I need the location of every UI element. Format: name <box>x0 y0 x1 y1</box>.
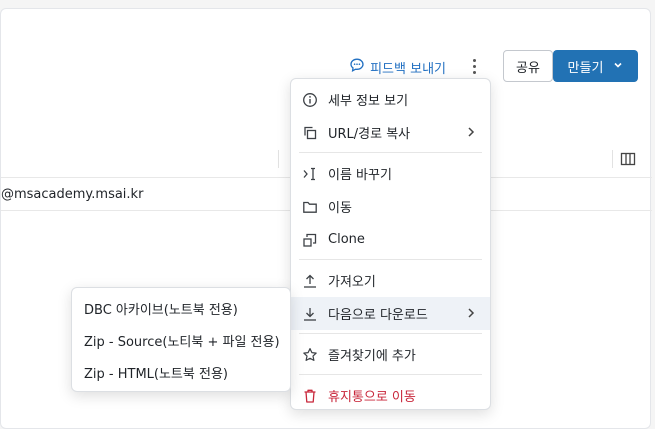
column-divider[interactable] <box>278 150 279 168</box>
menu-item-label: URL/경로 복사 <box>328 127 411 142</box>
menu-item-download-as[interactable]: 다음으로 다운로드 <box>291 297 490 330</box>
more-options-icon[interactable] <box>464 54 484 78</box>
chevron-right-icon <box>465 307 477 323</box>
context-menu: 세부 정보 보기 URL/경로 복사 이름 바꾸기 이동 Clone 가져오기 <box>290 78 491 410</box>
menu-item-rename[interactable]: 이름 바꾸기 <box>291 157 490 190</box>
chevron-down-icon <box>613 59 623 74</box>
menu-item-label: 세부 정보 보기 <box>328 94 409 109</box>
menu-divider <box>299 333 482 334</box>
menu-item-label: 즐겨찾기에 추가 <box>328 349 416 364</box>
table-cell-email: @msacademy.msai.kr <box>1 187 144 202</box>
submenu-item-zip-source[interactable]: Zip - Source(노티북 + 파일 전용) <box>72 324 290 356</box>
rename-icon <box>302 166 318 182</box>
download-submenu: DBC 아카이브(노트북 전용) Zip - Source(노티북 + 파일 전… <box>71 287 291 392</box>
menu-item-import[interactable]: 가져오기 <box>291 264 490 297</box>
trash-icon <box>302 388 318 404</box>
menu-item-move[interactable]: 이동 <box>291 190 490 223</box>
menu-divider <box>299 152 482 153</box>
menu-divider <box>299 259 482 260</box>
clone-icon <box>302 232 318 248</box>
folder-icon <box>302 199 318 215</box>
feedback-label: 피드백 보내기 <box>370 61 446 77</box>
create-button[interactable]: 만들기 <box>553 50 638 82</box>
info-icon <box>302 92 318 108</box>
menu-divider <box>299 374 482 375</box>
menu-item-copy-url-path[interactable]: URL/경로 복사 <box>291 116 490 149</box>
menu-item-label: 가져오기 <box>328 275 376 290</box>
submenu-item-zip-html[interactable]: Zip - HTML(노트북 전용) <box>72 356 290 388</box>
columns-icon[interactable] <box>620 151 636 171</box>
upload-icon <box>302 273 318 289</box>
submenu-item-dbc-archive[interactable]: DBC 아카이브(노트북 전용) <box>72 292 290 324</box>
copy-icon <box>302 125 318 141</box>
menu-item-label: 이동 <box>328 201 352 216</box>
menu-item-clone[interactable]: Clone <box>291 223 490 256</box>
create-label: 만들기 <box>567 60 604 76</box>
menu-item-label: 다음으로 다운로드 <box>328 308 428 323</box>
menu-item-move-to-trash[interactable]: 휴지통으로 이동 <box>291 379 490 412</box>
feedback-link[interactable]: 피드백 보내기 <box>349 57 446 77</box>
share-button[interactable]: 공유 <box>503 50 553 82</box>
menu-item-add-favorite[interactable]: 즐겨찾기에 추가 <box>291 338 490 371</box>
menu-item-label: Clone <box>328 232 365 247</box>
menu-item-label: 휴지통으로 이동 <box>328 390 416 405</box>
star-icon <box>302 347 318 363</box>
menu-item-view-details[interactable]: 세부 정보 보기 <box>291 83 490 116</box>
chevron-right-icon <box>465 126 477 142</box>
chat-icon <box>349 57 365 77</box>
column-divider[interactable] <box>612 150 613 168</box>
menu-item-label: 이름 바꾸기 <box>328 168 392 183</box>
download-icon <box>302 306 318 322</box>
